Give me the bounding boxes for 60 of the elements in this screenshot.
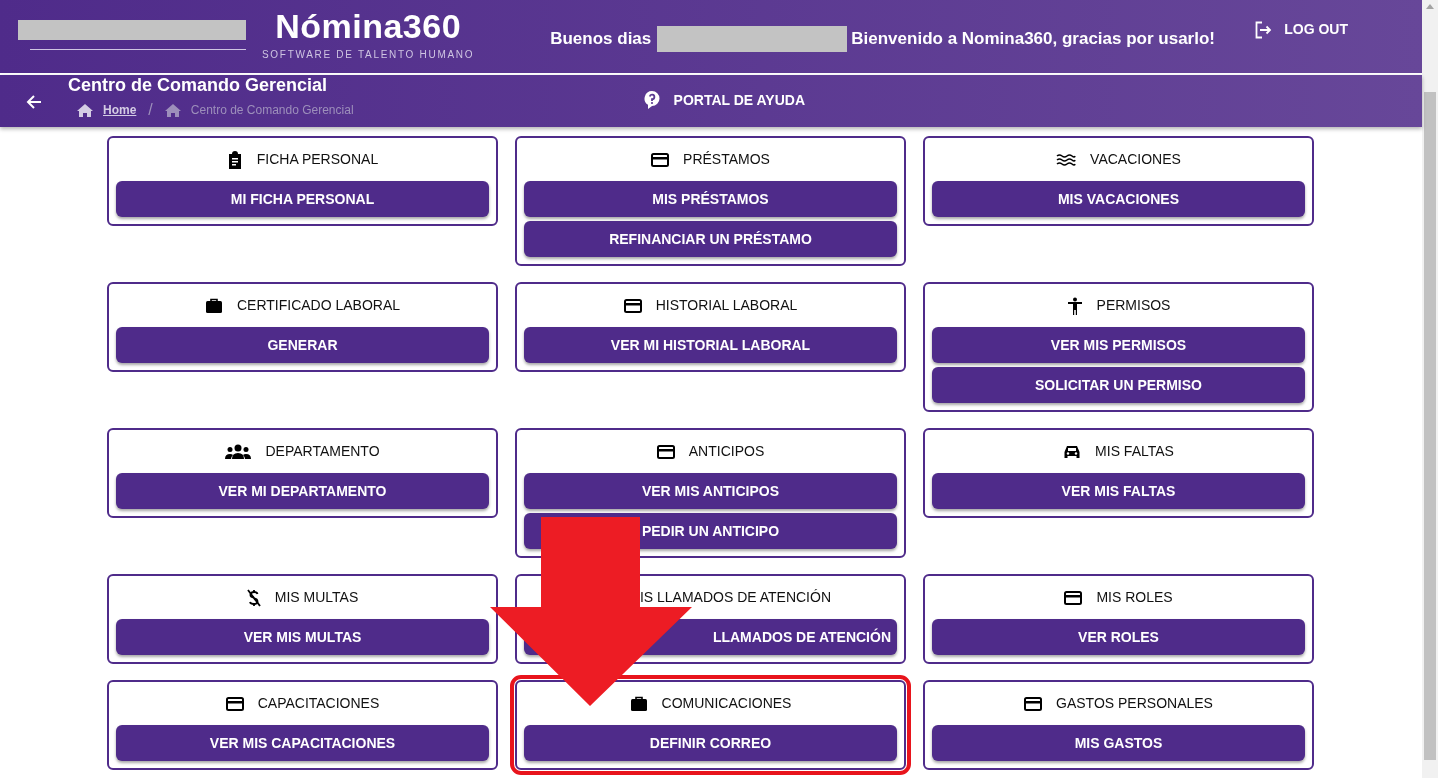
action-button[interactable]: SOLICITAR UN PERMISO — [932, 367, 1305, 403]
logout-button[interactable]: LOG OUT — [1254, 19, 1348, 40]
action-button[interactable]: DEFINIR CORREO — [524, 725, 897, 761]
card-title: MIS FALTAS — [1095, 442, 1174, 461]
logo-tagline: SOFTWARE DE TALENTO HUMANO — [262, 48, 475, 62]
scrollbar[interactable] — [1422, 0, 1438, 778]
card-title: FICHA PERSONAL — [256, 150, 379, 169]
credit-card-icon — [225, 696, 244, 711]
action-button[interactable]: VER MI HISTORIAL LABORAL — [524, 327, 897, 363]
credit-card-icon — [656, 444, 675, 459]
home-icon — [77, 103, 93, 117]
crossed-dollar-icon — [246, 588, 261, 607]
card-title: VACACIONES — [1090, 150, 1181, 169]
card-title: COMUNICACIONES — [661, 694, 792, 713]
card-title: ANTICIPOS — [688, 442, 765, 461]
credit-card-icon — [1064, 590, 1083, 605]
help-portal-button[interactable]: PORTAL DE AYUDA — [643, 89, 806, 111]
card-title: MIS ROLES — [1096, 588, 1173, 607]
card-title: MIS MULTAS — [274, 588, 359, 607]
credit-card-icon — [651, 152, 670, 167]
action-button[interactable]: VER MIS ANTICIPOS — [524, 473, 897, 509]
action-button[interactable]: VER MIS PERMISOS — [932, 327, 1305, 363]
greeting-text: Buenos dias — [550, 27, 652, 50]
people-icon — [225, 443, 252, 460]
welcome-text: Bienvenido a Nomina360, gracias por usarlo! — [851, 27, 1215, 50]
card-title: DEPARTAMENTO — [265, 442, 380, 461]
breadcrumb-link[interactable]: Home — [103, 101, 137, 120]
card-title: GASTOS PERSONALES — [1056, 694, 1213, 713]
action-button[interactable]: GENERAR — [116, 327, 489, 363]
home-icon — [164, 103, 181, 117]
help-icon — [643, 91, 660, 109]
card-title: IS LLAMADOS DE ATENCIÓN — [639, 588, 831, 607]
waves-icon — [1056, 152, 1077, 167]
page-title: Centro de Comando Gerencial — [68, 75, 329, 96]
action-button[interactable]: VER MI DEPARTAMENTO — [116, 473, 489, 509]
person-icon — [1066, 296, 1083, 315]
card-title: CAPACITACIONES — [257, 694, 380, 713]
card-title: HISTORIAL LABORAL — [655, 296, 798, 315]
car-icon — [1063, 443, 1082, 460]
action-button[interactable]: VER ROLES — [932, 619, 1305, 655]
clipboard-icon — [226, 150, 243, 169]
logout-icon — [1254, 20, 1273, 39]
card-title: PRÉSTAMOS — [683, 150, 770, 169]
credit-card-icon — [1024, 696, 1043, 711]
action-button[interactable]: MIS GASTOS — [932, 725, 1305, 761]
action-button[interactable]: REFINANCIAR UN PRÉSTAMO — [524, 221, 897, 257]
briefcase-icon — [629, 695, 648, 712]
action-button[interactable]: VER MIS FALTAS — [932, 473, 1305, 509]
action-button[interactable]: MIS VACACIONES — [932, 181, 1305, 217]
card-title: CERTIFICADO LABORAL — [236, 296, 401, 315]
action-button[interactable]: MIS PRÉSTAMOS — [524, 181, 897, 217]
action-button[interactable]: VER MIS CAPACITACIONES — [116, 725, 489, 761]
logo: Nómina360 — [275, 9, 462, 43]
breadcrumb-current: Centro de Comando Gerencial — [190, 102, 354, 120]
breadcrumb-separator: / — [148, 100, 153, 121]
card-title: PERMISOS — [1096, 296, 1171, 315]
action-button[interactable]: VER MIS MULTAS — [116, 619, 489, 655]
credit-card-icon — [623, 298, 642, 313]
briefcase-icon — [204, 297, 223, 314]
action-button[interactable]: MI FICHA PERSONAL — [116, 181, 489, 217]
